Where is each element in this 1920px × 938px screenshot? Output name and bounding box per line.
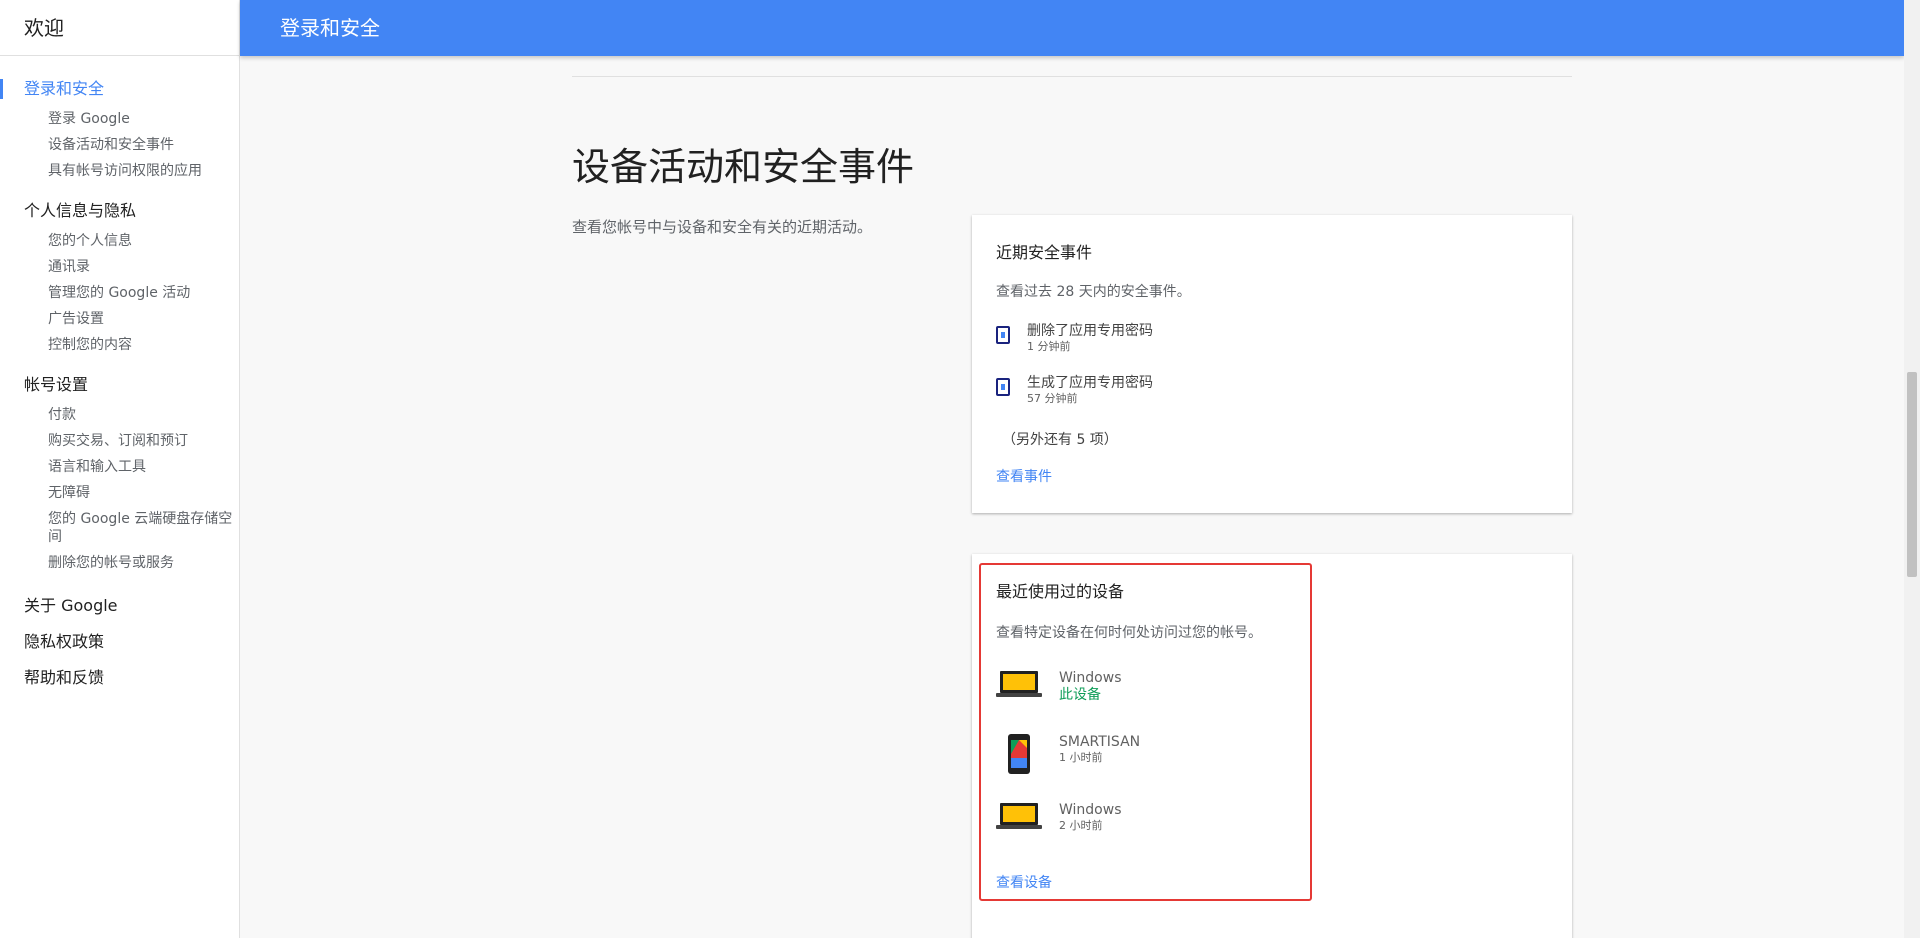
sidebar-link-help[interactable]: 帮助和反馈 (0, 660, 239, 696)
laptop-icon (996, 671, 1042, 697)
security-events-description: 查看过去 28 天内的安全事件。 (996, 284, 1191, 300)
device-item[interactable]: Windows 2 小时前 (996, 802, 1296, 846)
event-time: 57 分钟前 (1027, 392, 1078, 405)
laptop-icon (996, 803, 1042, 829)
sidebar-item-accessibility[interactable]: 无障碍 (0, 484, 239, 502)
sidebar-item-contacts[interactable]: 通讯录 (0, 258, 239, 276)
sidebar-item-storage[interactable]: 您的 Google 云端硬盘存储空间 (0, 510, 239, 546)
sidebar-item-language[interactable]: 语言和输入工具 (0, 458, 239, 476)
sidebar-item-purchases[interactable]: 购买交易、订阅和预订 (0, 432, 239, 450)
sidebar-item-activity[interactable]: 管理您的 Google 活动 (0, 284, 239, 302)
sidebar-item-signin[interactable]: 登录 Google (0, 110, 239, 128)
sidebar-link-privacy-policy[interactable]: 隐私权政策 (0, 624, 239, 660)
header-title: 登录和安全 (280, 16, 380, 40)
event-time: 1 分钟前 (1027, 340, 1071, 353)
device-name: SMARTISAN (1059, 734, 1141, 750)
sidebar-item-content[interactable]: 控制您的内容 (0, 336, 239, 354)
sidebar-item-ads[interactable]: 广告设置 (0, 310, 239, 328)
device-last-seen: 1 小时前 (1059, 751, 1103, 764)
view-devices-link[interactable]: 查看设备 (996, 872, 1052, 892)
sidebar-link-about[interactable]: 关于 Google (0, 588, 239, 624)
top-app-bar: 登录和安全 (240, 0, 1904, 56)
sidebar-group-security: 登录和安全 登录 Google 设备活动和安全事件 具有帐号访问权限的应用 (0, 74, 239, 180)
event-name: 删除了应用专用密码 (1027, 323, 1153, 339)
device-name: Windows (1059, 802, 1122, 818)
recent-devices-card: 最近使用过的设备 查看特定设备在何时何处访问过您的帐号。 Windows 此设备 (972, 554, 1572, 938)
recent-devices-description: 查看特定设备在何时何处访问过您的帐号。 (996, 625, 1262, 641)
sidebar-nav: 登录和安全 登录 Google 设备活动和安全事件 具有帐号访问权限的应用 个人… (0, 56, 239, 696)
sidebar-bottom-links: 关于 Google 隐私权政策 帮助和反馈 (0, 588, 239, 696)
security-events-card: 近期安全事件 查看过去 28 天内的安全事件。 删除了应用专用密码 1 分钟前 … (972, 215, 1572, 513)
device-item[interactable]: SMARTISAN 1 小时前 (996, 734, 1296, 778)
sidebar-item-personal-info[interactable]: 您的个人信息 (0, 232, 239, 250)
device-last-seen: 2 小时前 (1059, 819, 1103, 832)
scrollbar-thumb[interactable] (1907, 372, 1917, 577)
page-scrollbar[interactable] (1904, 0, 1920, 938)
more-events-text: （另外还有 5 项） (1002, 432, 1118, 448)
view-events-link[interactable]: 查看事件 (996, 466, 1052, 486)
recent-devices-title: 最近使用过的设备 (996, 582, 1125, 601)
device-name: Windows (1059, 670, 1122, 686)
sidebar-item-device-activity[interactable]: 设备活动和安全事件 (0, 136, 239, 154)
app-password-icon (996, 326, 1010, 344)
highlight-box (979, 563, 1312, 901)
device-item[interactable]: Windows 此设备 (996, 670, 1296, 714)
sidebar-item-delete[interactable]: 删除您的帐号或服务 (0, 554, 239, 572)
sidebar-welcome[interactable]: 欢迎 (0, 0, 239, 56)
sidebar-item-connected-apps[interactable]: 具有帐号访问权限的应用 (0, 162, 239, 180)
event-name: 生成了应用专用密码 (1027, 375, 1153, 391)
this-device-label: 此设备 (1059, 687, 1101, 703)
security-events-title: 近期安全事件 (996, 243, 1093, 262)
sidebar-section-security[interactable]: 登录和安全 (0, 74, 239, 104)
sidebar-group-privacy: 个人信息与隐私 您的个人信息 通讯录 管理您的 Google 活动 广告设置 控… (0, 196, 239, 354)
app-password-icon (996, 378, 1010, 396)
page-title: 设备活动和安全事件 (572, 145, 915, 189)
sidebar-section-privacy[interactable]: 个人信息与隐私 (0, 196, 239, 226)
sidebar-item-payments[interactable]: 付款 (0, 406, 239, 424)
sidebar-section-account[interactable]: 帐号设置 (0, 370, 239, 400)
section-divider (572, 76, 1572, 77)
sidebar: 欢迎 登录和安全 登录 Google 设备活动和安全事件 具有帐号访问权限的应用… (0, 0, 240, 938)
page-description: 查看您帐号中与设备和安全有关的近期活动。 (572, 218, 873, 236)
phone-icon (1008, 734, 1030, 774)
sidebar-group-account: 帐号设置 付款 购买交易、订阅和预订 语言和输入工具 无障碍 您的 Google… (0, 370, 239, 572)
